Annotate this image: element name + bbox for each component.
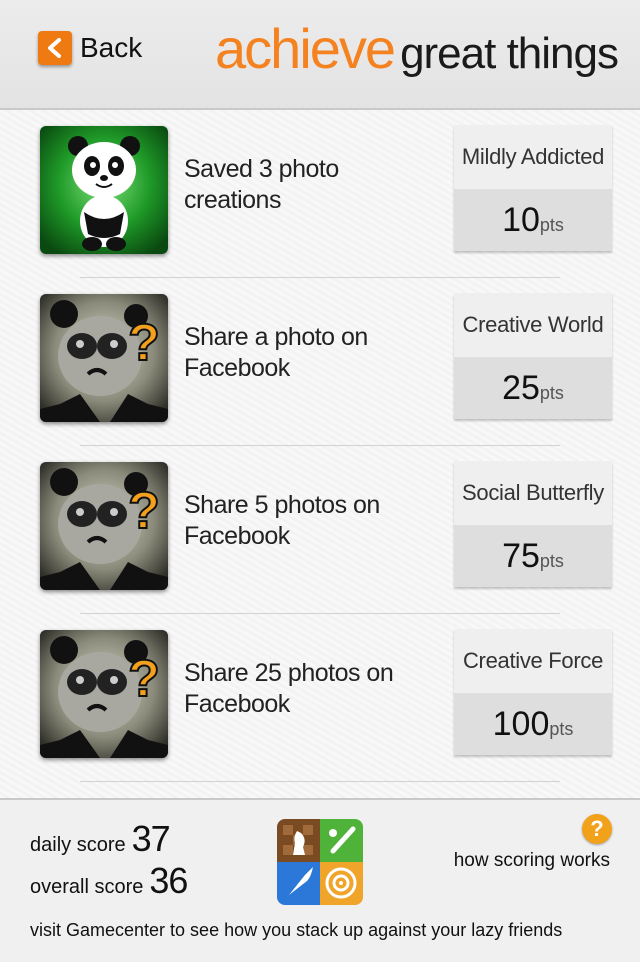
daily-score-label: daily score (30, 834, 126, 856)
overall-score-label: overall score (30, 876, 144, 898)
badge-name: Mildly Addicted (454, 125, 612, 189)
points-value: 75 (502, 536, 540, 575)
badge-points: 10 pts (454, 189, 612, 251)
badge-name: Social Butterfly (454, 461, 612, 525)
badge-points: 75 pts (454, 525, 612, 587)
header-bar: Back achieve great things (0, 0, 640, 110)
how-scoring-link[interactable]: how scoring works (454, 850, 610, 872)
achievement-badge: Creative World 25 pts (454, 293, 612, 419)
achievement-row[interactable]: Saved 3 photo creations Mildly Addicted … (0, 110, 640, 278)
chevron-left-icon (38, 31, 72, 65)
back-button[interactable]: Back (38, 30, 142, 66)
achievement-description: Share 25 photos on Facebook (184, 659, 394, 718)
badge-name: Creative World (454, 293, 612, 357)
daily-score-value: 37 (131, 818, 171, 859)
achievement-row[interactable]: ? Share 25 photos on Facebook Creative F… (0, 614, 640, 782)
achievement-list[interactable]: Saved 3 photo creations Mildly Addicted … (0, 110, 640, 798)
svg-text:?: ? (128, 650, 160, 708)
locked-panda-icon: ? (40, 462, 168, 590)
achievement-badge: Creative Force 100 pts (454, 629, 612, 755)
row-divider (80, 781, 560, 782)
help-icon[interactable]: ? (582, 814, 612, 844)
overall-score: overall score 36 (30, 860, 188, 902)
achievement-description: Share 5 photos on Facebook (184, 491, 380, 550)
daily-score: daily score 37 (30, 818, 171, 860)
points-unit: pts (549, 718, 574, 739)
svg-text:?: ? (128, 482, 160, 540)
achievement-description: Share a photo on Facebook (184, 323, 368, 382)
happy-panda-icon (40, 126, 168, 254)
overall-score-value: 36 (149, 860, 188, 901)
badge-points: 100 pts (454, 693, 612, 755)
back-label: Back (80, 32, 143, 63)
gamecenter-prompt: visit Gamecenter to see how you stack up… (30, 920, 563, 940)
badge-name: Creative Force (454, 629, 612, 693)
badge-points: 25 pts (454, 357, 612, 419)
achievement-description: Saved 3 photo creations (184, 155, 339, 214)
achievement-badge: Mildly Addicted 10 pts (454, 125, 612, 251)
points-value: 25 (502, 368, 540, 407)
achievement-row[interactable]: ? Share a photo on Facebook Creative Wor… (0, 278, 640, 446)
locked-panda-icon: ? (40, 294, 168, 422)
points-unit: pts (539, 382, 564, 403)
achievement-row[interactable]: ? Share 5 photos on Facebook Social Butt… (0, 446, 640, 614)
points-value: 10 (502, 200, 540, 239)
score-footer: daily score 37 overall score 36 ? how sc… (0, 798, 640, 962)
svg-text:?: ? (128, 314, 160, 372)
achievement-badge: Social Butterfly 75 pts (454, 461, 612, 587)
gamecenter-icon[interactable] (277, 819, 363, 905)
title-accent: achieve (215, 17, 396, 80)
title-rest: great things (400, 29, 619, 78)
page-title: achieve great things (215, 16, 619, 81)
locked-panda-icon: ? (40, 630, 168, 758)
points-unit: pts (539, 550, 564, 571)
points-unit: pts (539, 214, 564, 235)
points-value: 100 (492, 704, 550, 743)
